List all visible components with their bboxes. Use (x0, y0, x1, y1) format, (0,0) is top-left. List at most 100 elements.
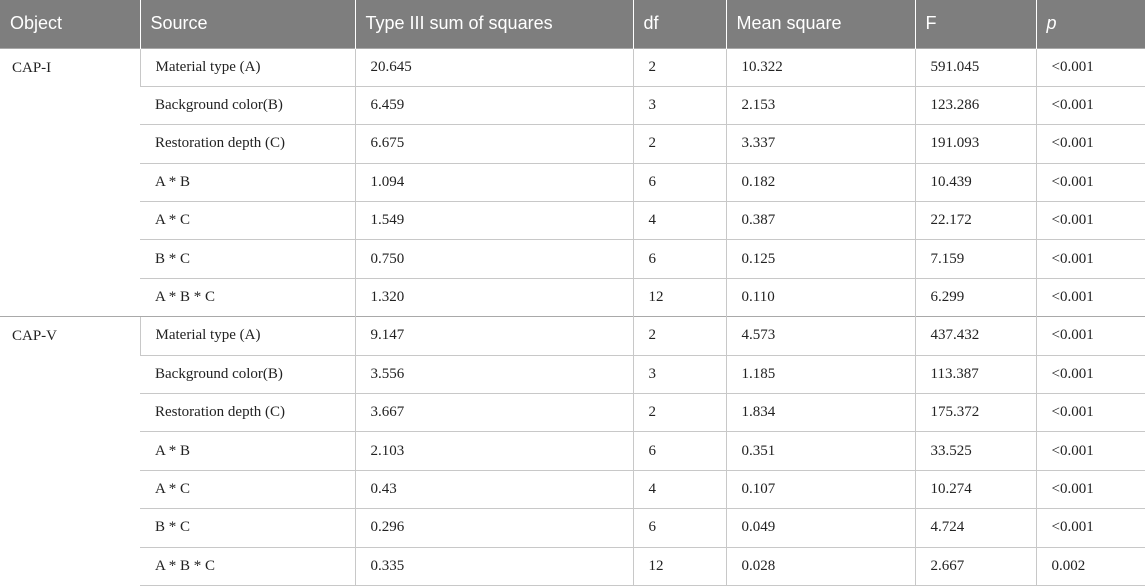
ss-cell: 6.675 (354, 124, 633, 164)
df-cell: 2 (632, 47, 726, 87)
ms-cell: 0.387 (725, 201, 915, 240)
table-row: Restoration depth (C) 3.667 2 1.834 175.… (0, 393, 1145, 432)
p-cell: <0.001 (1035, 354, 1145, 394)
df-cell: 6 (632, 239, 726, 279)
ss-cell: 1.094 (354, 162, 633, 202)
ss-cell: 9.147 (354, 316, 633, 356)
ms-cell: 0.351 (725, 431, 915, 471)
table-row: A * B * C 0.335 12 0.028 2.667 0.002 (0, 546, 1145, 586)
source-cell: A * C (140, 201, 355, 240)
source-cell: Background color(B) (140, 354, 355, 394)
source-cell: A * B * C (140, 546, 355, 586)
header-df: df (632, 0, 726, 48)
ms-cell: 0.110 (725, 277, 915, 317)
anova-table: Object Source Type III sum of squares df… (0, 0, 1145, 586)
df-cell: 3 (632, 85, 726, 125)
table-row: A * C 0.43 4 0.107 10.274 <0.001 (0, 469, 1145, 509)
object-cell: CAP-I (0, 47, 140, 317)
df-cell: 3 (632, 354, 726, 394)
table-row: Restoration depth (C) 6.675 2 3.337 191.… (0, 124, 1145, 164)
f-cell: 7.159 (914, 239, 1036, 279)
f-cell: 123.286 (914, 85, 1036, 125)
df-cell: 2 (632, 316, 726, 356)
source-cell: Background color(B) (140, 85, 355, 125)
p-cell: 0.002 (1035, 546, 1145, 586)
table-row: CAP-V Material type (A) 9.147 2 4.573 43… (0, 316, 1145, 586)
ss-cell: 3.556 (354, 354, 633, 394)
p-cell: <0.001 (1035, 201, 1145, 240)
ms-cell: 10.322 (725, 47, 915, 87)
source-cell: B * C (140, 508, 355, 548)
df-cell: 4 (632, 201, 726, 240)
df-cell: 2 (632, 393, 726, 432)
source-cell: Restoration depth (C) (140, 393, 355, 432)
ss-cell: 2.103 (354, 431, 633, 471)
table-row: B * C 0.296 6 0.049 4.724 <0.001 (0, 508, 1145, 548)
f-cell: 4.724 (914, 508, 1036, 548)
source-cell: A * B (140, 162, 355, 202)
source-cell: Restoration depth (C) (140, 124, 355, 164)
header-sum-of-squares: Type III sum of squares (354, 0, 633, 48)
table-row: CAP-I Material type (A) 20.645 2 10.322 … (0, 47, 1145, 317)
header-object: Object (0, 0, 140, 48)
f-cell: 437.432 (914, 316, 1036, 356)
ms-cell: 0.028 (725, 546, 915, 586)
source-cell: Material type (A) (139, 316, 355, 356)
ms-cell: 0.049 (725, 508, 915, 548)
df-cell: 6 (632, 508, 726, 548)
ss-cell: 3.667 (354, 393, 633, 432)
df-cell: 4 (632, 469, 726, 509)
source-cell: Material type (A) (139, 47, 355, 87)
table-row: A * B 1.094 6 0.182 10.439 <0.001 (0, 162, 1145, 202)
ss-cell: 6.459 (354, 85, 633, 125)
df-cell: 12 (632, 277, 726, 317)
p-cell: <0.001 (1035, 431, 1145, 471)
p-cell: <0.001 (1035, 124, 1145, 164)
table-row: B * C 0.750 6 0.125 7.159 <0.001 (0, 239, 1145, 279)
ss-cell: 1.320 (354, 277, 633, 317)
source-cell: A * B * C (140, 277, 355, 317)
f-cell: 175.372 (914, 393, 1036, 432)
header-row: Object Source Type III sum of squares df… (0, 0, 1145, 48)
header-f: F (914, 0, 1036, 48)
f-cell: 22.172 (914, 201, 1036, 240)
ms-cell: 0.182 (725, 162, 915, 202)
ms-cell: 1.834 (725, 393, 915, 432)
table-header: Object Source Type III sum of squares df… (0, 0, 1145, 48)
f-cell: 591.045 (914, 47, 1036, 87)
f-cell: 10.439 (914, 162, 1036, 202)
df-cell: 6 (632, 162, 726, 202)
p-cell: <0.001 (1035, 508, 1145, 548)
p-cell: <0.001 (1035, 469, 1145, 509)
ss-cell: 0.335 (354, 546, 633, 586)
ms-cell: 1.185 (725, 354, 915, 394)
source-cell: A * B (140, 431, 355, 471)
df-cell: 2 (632, 124, 726, 164)
p-cell: <0.001 (1035, 85, 1145, 125)
df-cell: 6 (632, 431, 726, 471)
header-mean-square: Mean square (725, 0, 915, 48)
ss-cell: 20.645 (354, 47, 633, 87)
p-cell: <0.001 (1035, 162, 1145, 202)
ms-cell: 0.107 (725, 469, 915, 509)
source-cell: B * C (140, 239, 355, 279)
ms-cell: 2.153 (725, 85, 915, 125)
p-cell: <0.001 (1035, 393, 1145, 432)
object-cell: CAP-V (0, 316, 140, 586)
f-cell: 113.387 (914, 354, 1036, 394)
ms-cell: 4.573 (725, 316, 915, 356)
f-cell: 33.525 (914, 431, 1036, 471)
p-cell: <0.001 (1035, 316, 1145, 356)
ms-cell: 0.125 (725, 239, 915, 279)
header-source: Source (139, 0, 355, 48)
ss-cell: 1.549 (354, 201, 633, 240)
ss-cell: 0.296 (354, 508, 633, 548)
header-p: p (1035, 0, 1145, 48)
df-cell: 12 (632, 546, 726, 586)
table-row: A * B * C 1.320 12 0.110 6.299 <0.001 (0, 277, 1145, 317)
f-cell: 10.274 (914, 469, 1036, 509)
ss-cell: 0.43 (354, 469, 633, 509)
f-cell: 191.093 (914, 124, 1036, 164)
table-body: CAP-I Material type (A) 20.645 2 10.322 … (0, 47, 1145, 586)
f-cell: 6.299 (914, 277, 1036, 317)
